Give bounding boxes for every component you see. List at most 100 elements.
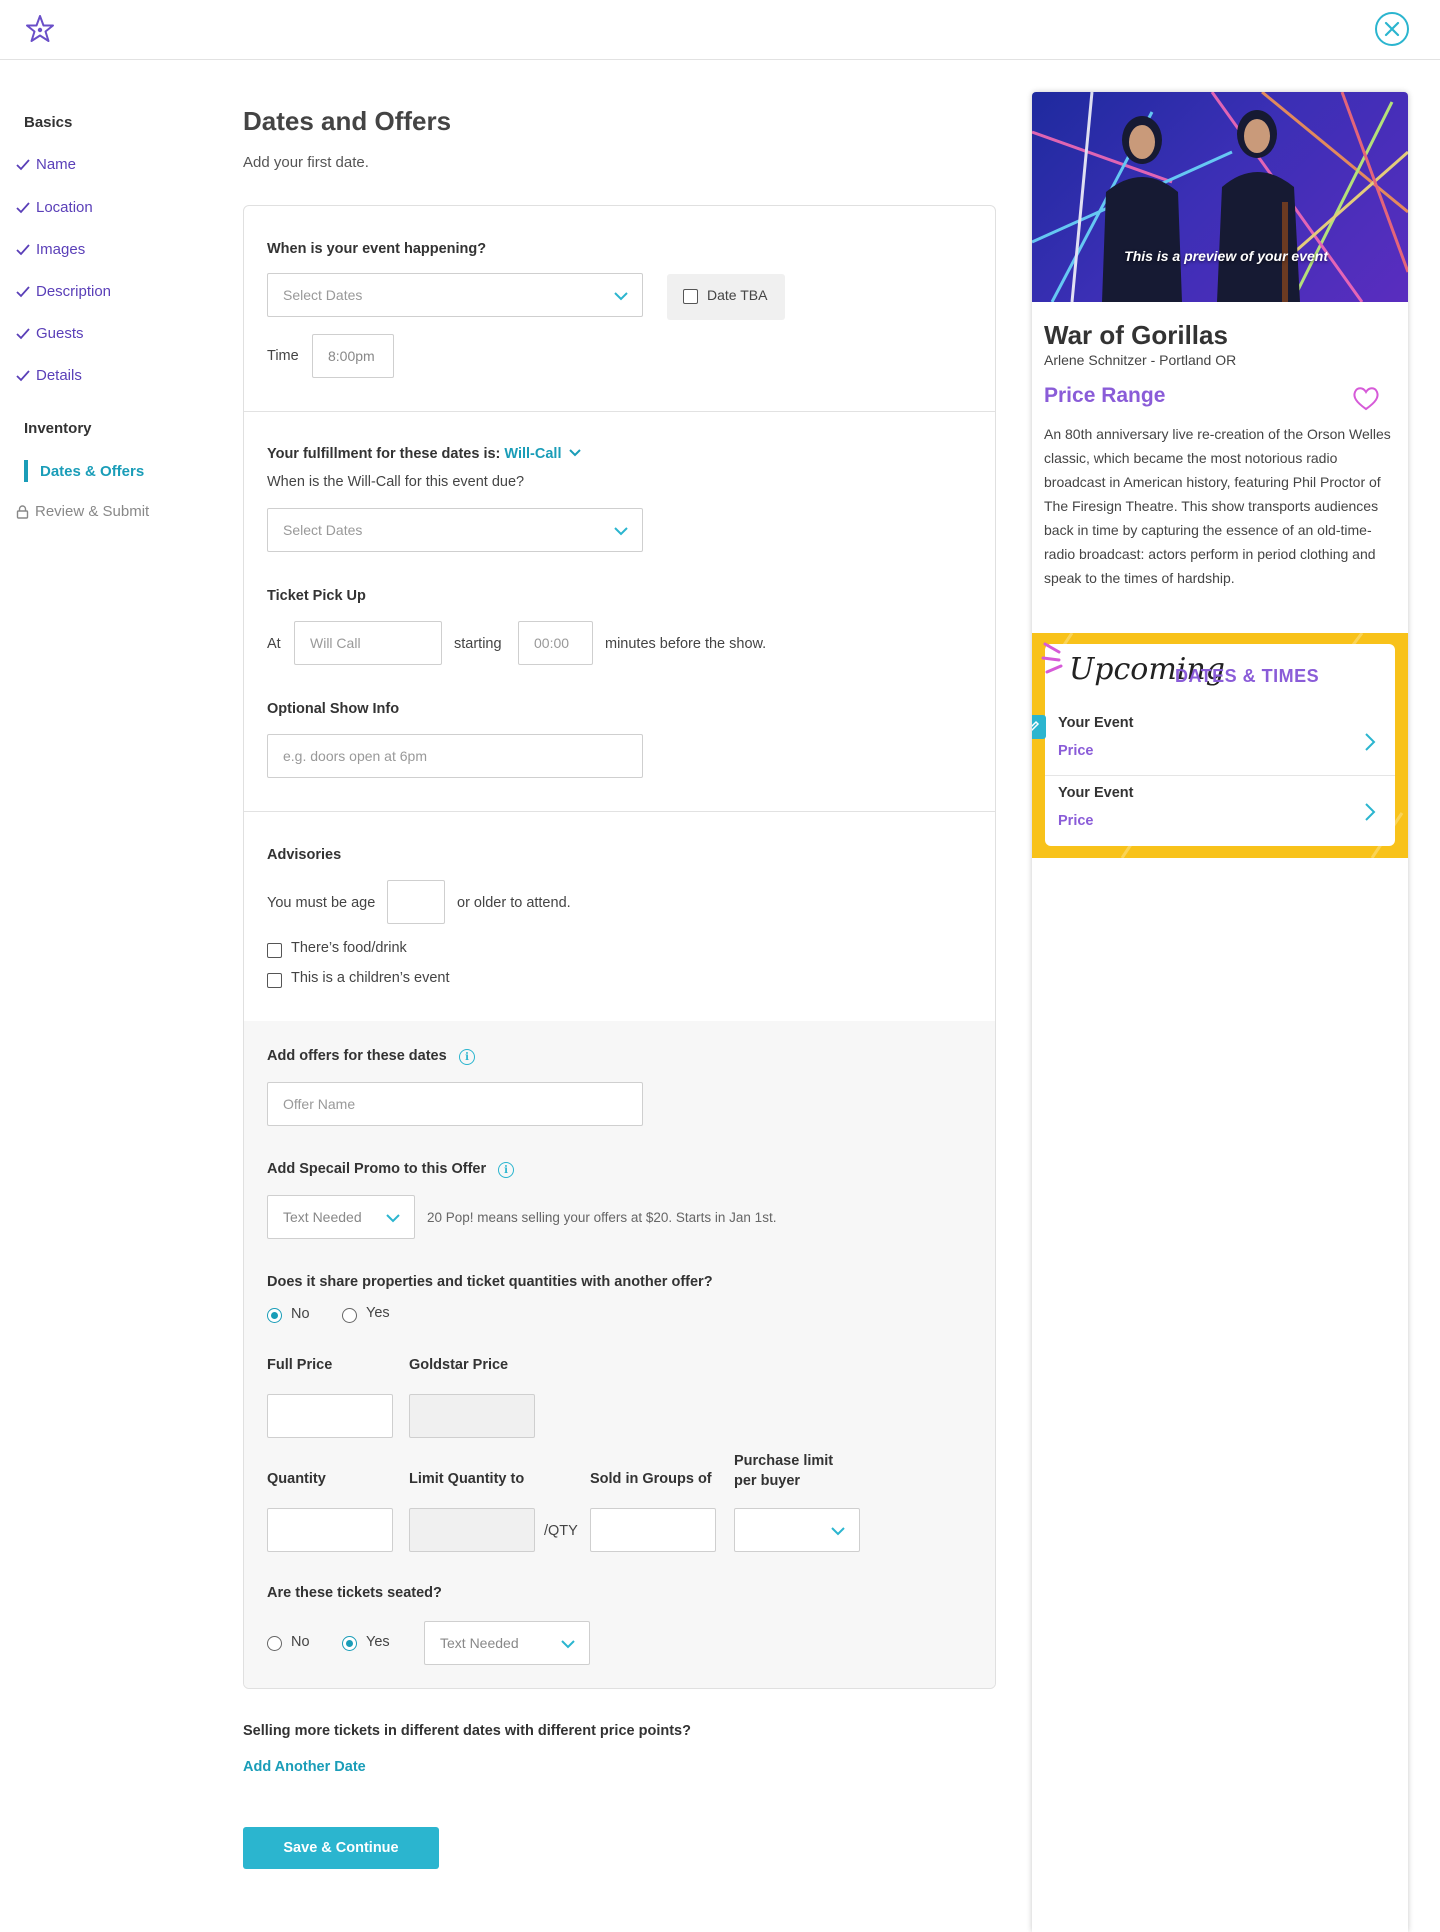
- goldstar-price-input[interactable]: [409, 1394, 535, 1438]
- chevron-down-icon: [561, 1640, 575, 1649]
- date-tba-label: Date TBA: [707, 287, 768, 303]
- date-tba-checkbox[interactable]: [683, 289, 698, 304]
- event-preview-panel: This is a preview of your event War of G…: [1032, 92, 1408, 1932]
- divider: [1045, 775, 1395, 776]
- check-icon: [16, 369, 30, 381]
- age-input[interactable]: [387, 880, 445, 924]
- pickup-starting-label: starting: [454, 636, 502, 652]
- date-tba-toggle[interactable]: Date TBA: [667, 274, 785, 320]
- show-info-input[interactable]: e.g. doors open at 6pm: [267, 734, 643, 778]
- quantity-label: Quantity: [267, 1471, 326, 1487]
- ticket-pickup-label: Ticket Pick Up: [267, 588, 366, 604]
- upcoming-event-name: Your Event: [1058, 785, 1134, 801]
- sidebar-item-label: Details: [36, 367, 82, 384]
- sidebar-item-review-submit[interactable]: Review & Submit: [16, 503, 149, 520]
- advisories-label: Advisories: [267, 847, 342, 863]
- groups-input[interactable]: [590, 1508, 716, 1552]
- sidebar-item-guests[interactable]: Guests: [16, 325, 84, 342]
- share-yes-radio[interactable]: [342, 1308, 357, 1323]
- close-icon[interactable]: [1375, 12, 1409, 46]
- select-dates-dropdown[interactable]: Select Dates: [267, 273, 643, 317]
- info-icon[interactable]: i: [459, 1049, 475, 1065]
- chevron-right-icon[interactable]: [1363, 732, 1377, 752]
- sidebar-item-label: Dates & Offers: [40, 462, 145, 480]
- sidebar-item-dates-offers[interactable]: Dates & Offers: [24, 460, 144, 482]
- time-input[interactable]: 8:00pm: [312, 334, 394, 378]
- share-yes-label: Yes: [366, 1305, 390, 1321]
- age-suffix-label: or older to attend.: [457, 895, 571, 911]
- check-icon: [16, 327, 30, 339]
- pencil-icon[interactable]: [1032, 715, 1046, 739]
- fulfillment-prefix: Your fulfillment for these dates is:: [267, 446, 501, 462]
- pickup-minutes-input[interactable]: 00:00: [518, 621, 593, 665]
- willcall-dates-dropdown[interactable]: Select Dates: [267, 508, 643, 552]
- price-range: Price Range: [1044, 384, 1166, 407]
- willcall-dates-placeholder: Select Dates: [283, 522, 363, 538]
- pickup-location-input[interactable]: Will Call: [294, 621, 442, 665]
- when-label: When is your event happening?: [267, 241, 487, 257]
- quantity-input[interactable]: [267, 1508, 393, 1552]
- chevron-right-icon[interactable]: [1363, 802, 1377, 822]
- sidebar-item-description[interactable]: Description: [16, 283, 111, 300]
- seated-no-radio[interactable]: [267, 1636, 282, 1651]
- fulfillment-label: Your fulfillment for these dates is: Wil…: [267, 446, 582, 462]
- seated-yes-label: Yes: [366, 1634, 390, 1650]
- offer-name-input[interactable]: Offer Name: [267, 1082, 643, 1126]
- sidebar-heading-basics: Basics: [24, 114, 73, 131]
- food-drink-label: There’s food/drink: [291, 940, 407, 956]
- share-question: Does it share properties and ticket quan…: [267, 1274, 713, 1290]
- limit-quantity-label: Limit Quantity to: [409, 1471, 525, 1487]
- logo-star-icon[interactable]: [22, 12, 58, 48]
- share-no-radio[interactable]: [267, 1308, 282, 1323]
- limit-quantity-input[interactable]: [409, 1508, 535, 1552]
- sidebar-item-location[interactable]: Location: [16, 199, 93, 216]
- promo-select-value: Text Needed: [283, 1209, 362, 1225]
- check-icon: [16, 201, 30, 213]
- sidebar-item-label: Review & Submit: [35, 503, 150, 520]
- time-label: Time: [267, 348, 299, 364]
- chevron-down-icon: [568, 449, 581, 457]
- check-icon: [16, 243, 30, 255]
- divider: [244, 411, 995, 412]
- seated-question: Are these tickets seated?: [267, 1585, 442, 1601]
- seated-select[interactable]: Text Needed: [424, 1621, 590, 1665]
- goldstar-price-label: Goldstar Price: [409, 1357, 509, 1373]
- save-continue-button[interactable]: Save & Continue: [243, 1827, 439, 1869]
- chevron-down-icon: [614, 292, 628, 301]
- sparkle-icon: [1041, 642, 1063, 674]
- select-dates-placeholder: Select Dates: [283, 287, 363, 303]
- chevron-down-icon: [614, 527, 628, 536]
- sidebar-item-details[interactable]: Details: [16, 367, 82, 384]
- check-icon: [16, 285, 30, 297]
- fulfillment-dropdown[interactable]: Will-Call: [504, 446, 581, 462]
- sidebar-item-name[interactable]: Name: [16, 156, 76, 173]
- seated-no-label: No: [291, 1634, 310, 1650]
- promo-select[interactable]: Text Needed: [267, 1195, 415, 1239]
- seated-yes-radio[interactable]: [342, 1636, 357, 1651]
- heart-icon[interactable]: [1352, 386, 1380, 412]
- add-another-date-link[interactable]: Add Another Date: [243, 1759, 366, 1775]
- info-icon[interactable]: i: [498, 1162, 514, 1178]
- purchase-limit-line-2: per buyer: [734, 1473, 801, 1489]
- preview-caption: This is a preview of your event: [1124, 248, 1328, 264]
- event-title: War of Gorillas: [1044, 320, 1228, 350]
- share-no-label: No: [291, 1306, 310, 1322]
- upcoming-event-price: Price: [1058, 813, 1094, 829]
- show-info-label: Optional Show Info: [267, 701, 400, 717]
- purchase-limit-select[interactable]: [734, 1508, 860, 1552]
- pickup-suffix-label: minutes before the show.: [605, 636, 767, 652]
- page-title: Dates and Offers: [243, 106, 452, 136]
- full-price-label: Full Price: [267, 1357, 333, 1373]
- sidebar-item-images[interactable]: Images: [16, 241, 85, 258]
- upcoming-event-price: Price: [1058, 743, 1094, 759]
- sidebar-item-label: Images: [36, 241, 86, 258]
- children-event-checkbox[interactable]: [267, 973, 282, 988]
- promo-label: Add Specail Promo to this Offer: [267, 1161, 487, 1177]
- divider: [244, 811, 995, 812]
- sidebar-item-label: Guests: [36, 325, 84, 342]
- full-price-input[interactable]: [267, 1394, 393, 1438]
- page-subtitle: Add your first date.: [243, 154, 369, 171]
- sidebar-heading-inventory: Inventory: [24, 420, 92, 437]
- food-drink-checkbox[interactable]: [267, 943, 282, 958]
- children-event-label: This is a children’s event: [291, 970, 450, 986]
